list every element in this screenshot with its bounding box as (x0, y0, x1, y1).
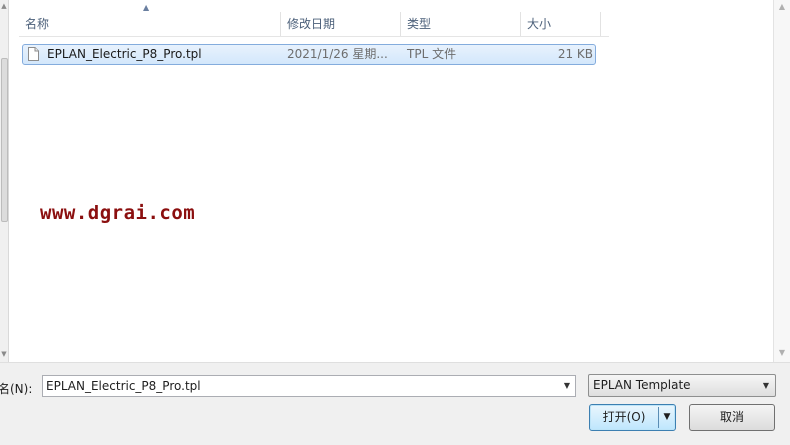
filename-input[interactable] (42, 375, 576, 397)
scroll-down-arrow-icon[interactable]: ▼ (774, 346, 790, 360)
chevron-down-icon[interactable]: ▼ (660, 405, 674, 430)
chevron-down-icon: ▼ (762, 381, 770, 390)
file-type: TPL 文件 (407, 47, 457, 61)
column-header-type[interactable]: 类型 (401, 12, 521, 36)
open-file-dialog: ▲ ▼ ▲ 名称 修改日期 类型 大小 EPLAN_Electric_P8_Pr… (0, 0, 790, 445)
scroll-up-arrow-icon[interactable]: ▲ (1, 2, 7, 10)
column-header-size[interactable]: 大小 (521, 12, 601, 36)
split-divider (658, 407, 659, 428)
chevron-down-icon[interactable]: ▼ (559, 376, 575, 396)
file-list[interactable]: ▲ 名称 修改日期 类型 大小 EPLAN_Electric_P8_Pro.tp… (9, 0, 773, 362)
dialog-footer: 名(N): ▼ EPLAN Template ▼ 打开(O) ▼ 取消 (0, 362, 790, 445)
file-list-scrollbar[interactable]: ▲ ▼ (773, 0, 790, 362)
open-button[interactable]: 打开(O) ▼ (589, 404, 676, 431)
document-icon (28, 47, 39, 61)
cancel-button[interactable]: 取消 (689, 404, 775, 431)
scroll-up-arrow-icon[interactable]: ▲ (774, 0, 790, 14)
filename-label: 名(N): (0, 382, 33, 396)
scroll-down-arrow-icon[interactable]: ▼ (1, 350, 7, 358)
file-size: 21 KB (557, 47, 593, 61)
column-header-modified[interactable]: 修改日期 (281, 12, 401, 36)
column-header-name[interactable]: 名称 (19, 12, 281, 36)
watermark-text: www.dgrai.com (40, 202, 196, 224)
file-modified: 2021/1/26 星期... (287, 47, 388, 61)
list-item[interactable]: EPLAN_Electric_P8_Pro.tpl 2021/1/26 星期..… (22, 44, 596, 65)
filetype-select[interactable]: EPLAN Template ▼ (588, 374, 776, 397)
open-button-label: 打开(O) (602, 410, 646, 424)
column-header-row: ▲ 名称 修改日期 类型 大小 (19, 3, 609, 37)
scroll-thumb[interactable] (1, 58, 8, 222)
file-name: EPLAN_Electric_P8_Pro.tpl (47, 47, 202, 61)
nav-pane-scrollbar[interactable]: ▲ ▼ (0, 0, 9, 362)
filetype-value: EPLAN Template (593, 378, 691, 392)
